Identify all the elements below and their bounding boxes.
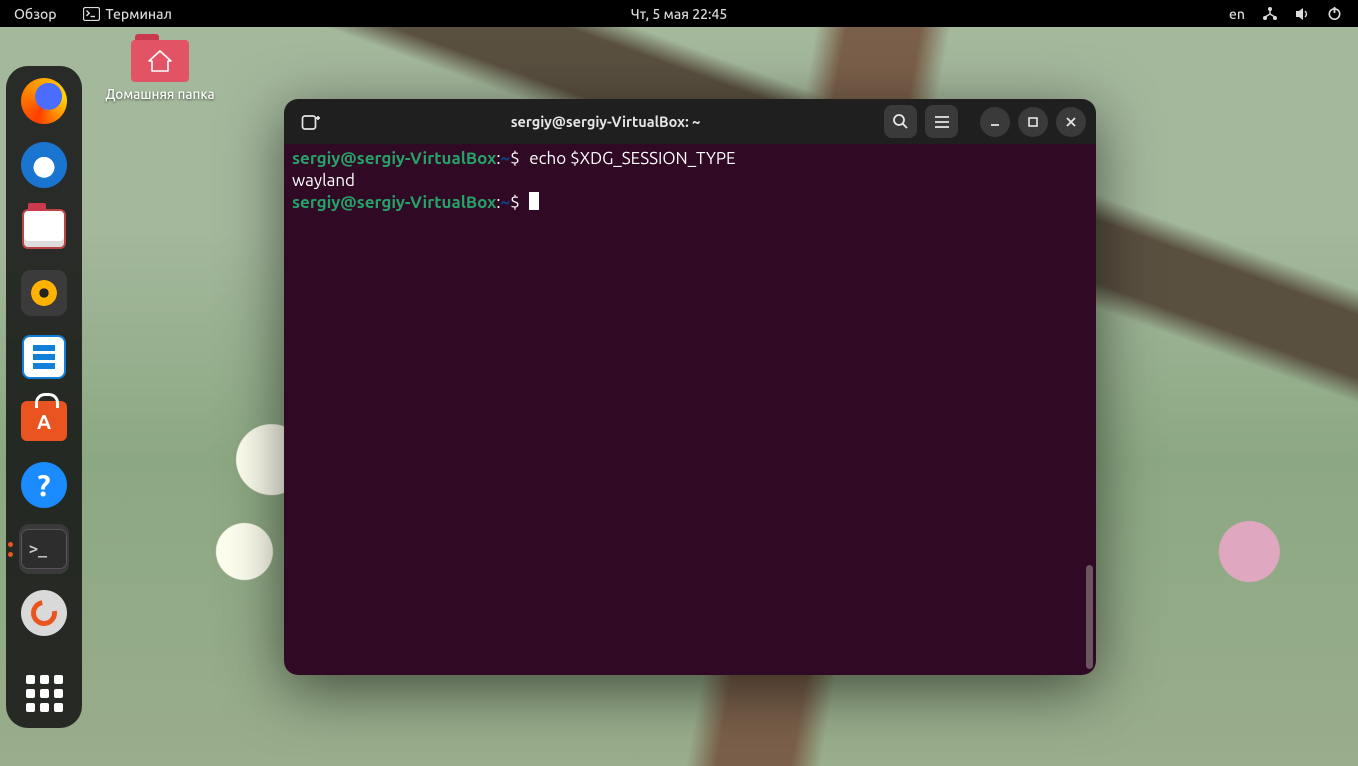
terminal-command: echo $XDG_SESSION_TYPE <box>529 149 735 168</box>
terminal-body[interactable]: sergiy@sergiy-VirtualBox:~$ echo $XDG_SE… <box>284 144 1096 675</box>
terminal-cursor <box>529 192 539 210</box>
top-bar: Обзор Терминал Чт, 5 мая 22:45 en <box>0 0 1358 27</box>
terminal-scrollbar[interactable] <box>1086 565 1093 669</box>
dock-terminal[interactable]: >_ <box>19 524 69 574</box>
files-icon <box>22 209 66 249</box>
rhythmbox-icon <box>21 270 67 316</box>
titlebar[interactable]: sergiy@sergiy-VirtualBox: ~ <box>284 99 1096 144</box>
desktop: Обзор Терминал Чт, 5 мая 22:45 en <box>0 0 1358 766</box>
active-app-label: Терминал <box>106 6 172 22</box>
activities-button[interactable]: Обзор <box>14 6 57 22</box>
close-button[interactable] <box>1056 107 1086 137</box>
prompt-path: ~ <box>501 193 511 212</box>
network-icon[interactable] <box>1261 6 1279 22</box>
clock[interactable]: Чт, 5 мая 22:45 <box>631 6 728 22</box>
desktop-icon-label: Домашняя папка <box>105 86 214 102</box>
terminal-output: wayland <box>292 171 355 190</box>
minimize-button[interactable] <box>980 107 1010 137</box>
writer-icon <box>22 335 66 379</box>
prompt-user: sergiy@sergiy-VirtualBox <box>292 149 496 168</box>
firefox-icon <box>21 78 67 124</box>
dock-software-updater[interactable] <box>19 588 69 638</box>
power-icon[interactable] <box>1327 6 1342 21</box>
window-title: sergiy@sergiy-VirtualBox: ~ <box>335 113 876 130</box>
terminal-topbar-icon <box>83 7 100 21</box>
dock-libreoffice-writer[interactable] <box>19 332 69 382</box>
apps-grid-icon <box>26 675 63 712</box>
software-store-icon <box>21 401 67 441</box>
volume-icon[interactable] <box>1295 7 1311 21</box>
dock-help[interactable]: ? <box>19 460 69 510</box>
dock-files[interactable] <box>19 204 69 254</box>
home-folder-icon <box>131 34 189 82</box>
dock: ? >_ <box>6 66 82 728</box>
thunderbird-icon <box>21 142 67 188</box>
help-icon: ? <box>21 462 67 508</box>
maximize-button[interactable] <box>1018 107 1048 137</box>
prompt-symbol: $ <box>510 149 520 168</box>
prompt-user: sergiy@sergiy-VirtualBox <box>292 193 496 212</box>
dock-firefox[interactable] <box>19 76 69 126</box>
dock-software-store[interactable] <box>19 396 69 446</box>
dock-rhythmbox[interactable] <box>19 268 69 318</box>
search-button[interactable] <box>884 105 917 138</box>
hamburger-menu-button[interactable] <box>925 105 958 138</box>
prompt-path: ~ <box>501 149 511 168</box>
keyboard-layout-indicator[interactable]: en <box>1229 6 1245 22</box>
new-tab-button[interactable] <box>294 105 327 138</box>
terminal-icon: >_ <box>21 529 67 569</box>
active-app-menu[interactable]: Терминал <box>83 6 172 22</box>
desktop-home-folder[interactable]: Домашняя папка <box>96 34 224 102</box>
show-applications-button[interactable] <box>19 668 69 718</box>
prompt-symbol: $ <box>510 193 520 212</box>
dock-thunderbird[interactable] <box>19 140 69 190</box>
updater-icon <box>21 590 67 636</box>
terminal-window: sergiy@sergiy-VirtualBox: ~ sergiy@sergi… <box>284 99 1096 675</box>
